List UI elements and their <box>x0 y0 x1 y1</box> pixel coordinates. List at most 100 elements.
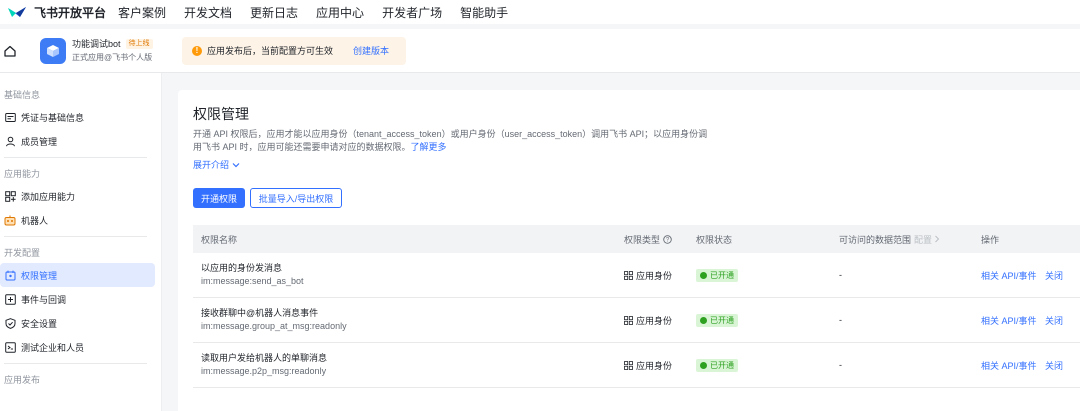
app-grid-icon <box>624 270 633 280</box>
sidebar-item-permissions[interactable]: 权限管理 <box>0 263 155 287</box>
sidebar-section-release: 应用发布 <box>4 375 41 385</box>
app-grid-icon <box>624 315 633 325</box>
permission-name-cell: 读取用户发给机器人的单聊消息 im:message.p2p_msg:readon… <box>201 352 327 378</box>
sidebar-item-events[interactable]: 事件与回调 <box>0 287 155 311</box>
col-header-type-label: 权限类型 <box>624 234 661 245</box>
status-label: 已开通 <box>710 360 734 370</box>
permission-type: 应用身份 <box>636 315 673 326</box>
permission-name-cell: 接收群聊中@机器人消息事件 im:message.group_at_msg:re… <box>201 307 347 333</box>
scope-config-link[interactable]: 配置 <box>914 233 932 246</box>
sidebar-item-robot[interactable]: 机器人 <box>0 208 155 232</box>
person-icon <box>4 135 16 147</box>
shield-icon <box>4 317 16 329</box>
nav-link-assistant[interactable]: 智能助手 <box>460 4 508 21</box>
related-api-link[interactable]: 相关 API/事件 <box>981 271 1037 281</box>
nav-link-dev-square[interactable]: 开发者广场 <box>382 4 442 21</box>
sidebar-item-label: 事件与回调 <box>21 294 67 305</box>
permission-status-cell: 已开通 <box>696 313 738 327</box>
status-badge: 已开通 <box>696 313 738 327</box>
sidebar-item-label: 成员管理 <box>21 136 58 147</box>
sidebar-item-label: 安全设置 <box>21 318 58 329</box>
status-badge: 已开通 <box>696 268 738 282</box>
lock-icon <box>4 269 16 281</box>
check-circle-icon <box>700 271 707 279</box>
nav-link-changelog[interactable]: 更新日志 <box>250 4 298 21</box>
status-label: 已开通 <box>710 270 734 280</box>
col-header-ops: 操作 <box>981 234 1000 245</box>
app-subtitle: 正式应用@飞书个人版 <box>72 52 153 62</box>
col-header-scope-label: 可访问的数据范围 <box>839 234 912 245</box>
permission-status-cell: 已开通 <box>696 358 738 372</box>
close-permission-link[interactable]: 关闭 <box>1045 361 1063 371</box>
ops-cell: 相关 API/事件 关闭 <box>981 314 1063 327</box>
sidebar-item-add-ability[interactable]: 添加应用能力 <box>0 184 155 208</box>
batch-import-export-button[interactable]: 批量导入/导出权限 <box>250 188 342 208</box>
page-description: 开通 API 权限后，应用才能以应用身份（tenant_access_token… <box>193 128 713 154</box>
nav-link-docs[interactable]: 开发文档 <box>184 4 232 21</box>
permission-type-cell: 应用身份 <box>624 359 672 372</box>
permissions-panel: 权限管理 开通 API 权限后，应用才能以应用身份（tenant_access_… <box>178 90 1080 411</box>
sidebar-item-members[interactable]: 成员管理 <box>0 129 155 153</box>
permission-title: 以应用的身份发消息 <box>201 263 283 273</box>
permission-type: 应用身份 <box>636 270 673 281</box>
permissions-table: 权限名称 权限类型 ? 权限状态 可访问的数据范围 配置 操作 以应用的身份发消… <box>193 225 1080 388</box>
permission-code: im:message.group_at_msg:readonly <box>201 321 347 331</box>
cube-icon <box>47 44 59 57</box>
app-name: 功能调试bot <box>72 38 121 49</box>
sidebar-item-label: 权限管理 <box>21 270 58 281</box>
table-row: 接收群聊中@机器人消息事件 im:message.group_at_msg:re… <box>193 298 1080 343</box>
sidebar-item-credentials[interactable]: 凭证与基础信息 <box>0 105 155 129</box>
sidebar-divider <box>4 363 147 364</box>
close-permission-link[interactable]: 关闭 <box>1045 271 1063 281</box>
nav-link-cases[interactable]: 客户案例 <box>118 4 166 21</box>
description-line: 用飞书 API 时，应用可能还需要申请对应的数据权限。 <box>193 142 411 152</box>
create-version-link[interactable]: 创建版本 <box>353 44 389 57</box>
table-header: 权限名称 权限类型 ? 权限状态 可访问的数据范围 配置 操作 <box>193 225 1080 253</box>
page-title: 权限管理 <box>193 106 249 122</box>
table-row: 以应用的身份发消息 im:message:send_as_bot 应用身份 已开… <box>193 253 1080 298</box>
release-notice: ! 应用发布后，当前配置方可生效 创建版本 <box>182 36 406 65</box>
top-nav-links: 客户案例 开发文档 更新日志 应用中心 开发者广场 智能助手 <box>118 4 508 21</box>
chevron-down-icon <box>232 163 239 168</box>
home-icon[interactable] <box>2 43 18 59</box>
ops-cell: 相关 API/事件 关闭 <box>981 359 1063 372</box>
permission-type-cell: 应用身份 <box>624 314 672 327</box>
open-permission-button[interactable]: 开通权限 <box>193 188 245 208</box>
test-icon <box>4 341 16 353</box>
status-label: 已开通 <box>710 315 734 325</box>
permission-title: 读取用户发给机器人的单聊消息 <box>201 353 328 363</box>
learn-more-link[interactable]: 了解更多 <box>411 142 447 152</box>
permission-title: 接收群聊中@机器人消息事件 <box>201 308 319 318</box>
related-api-link[interactable]: 相关 API/事件 <box>981 361 1037 371</box>
help-icon[interactable]: ? <box>663 234 672 244</box>
expand-intro-toggle[interactable]: 展开介绍 <box>193 158 240 171</box>
sidebar-item-label: 添加应用能力 <box>21 191 76 202</box>
brand[interactable]: 飞书开放平台 <box>0 4 118 21</box>
credential-icon <box>4 111 16 123</box>
sidebar: 基础信息 凭证与基础信息 成员管理 应用能力 添加应用能力 机器人 开发配置 权… <box>0 73 162 411</box>
col-header-scope: 可访问的数据范围 配置 <box>839 233 940 246</box>
sidebar-section-abilities: 应用能力 <box>4 169 41 179</box>
permission-code: im:message.p2p_msg:readonly <box>201 366 327 376</box>
close-permission-link[interactable]: 关闭 <box>1045 316 1063 326</box>
status-badge: 已开通 <box>696 358 738 372</box>
feishu-logo-icon <box>8 7 26 17</box>
sidebar-item-security[interactable]: 安全设置 <box>0 311 155 335</box>
event-icon <box>4 293 16 305</box>
sidebar-item-label: 测试企业和人员 <box>21 342 85 353</box>
check-circle-icon <box>700 316 707 324</box>
permission-code: im:message:send_as_bot <box>201 276 304 286</box>
related-api-link[interactable]: 相关 API/事件 <box>981 316 1037 326</box>
sidebar-item-test-tenants[interactable]: 测试企业和人员 <box>0 335 155 359</box>
permission-name-cell: 以应用的身份发消息 im:message:send_as_bot <box>201 262 304 288</box>
sidebar-item-label: 机器人 <box>21 215 49 226</box>
scope-cell: - <box>839 360 842 370</box>
description-line: 开通 API 权限后，应用才能以应用身份（tenant_access_token… <box>193 129 708 139</box>
grid-add-icon <box>4 190 16 202</box>
col-header-status: 权限状态 <box>696 234 733 245</box>
sidebar-divider <box>4 157 147 158</box>
nav-link-app-center[interactable]: 应用中心 <box>316 4 364 21</box>
app-info: 功能调试bot 待上线 正式应用@飞书个人版 <box>72 38 170 64</box>
expand-intro-label: 展开介绍 <box>193 160 230 170</box>
app-header: 功能调试bot 待上线 正式应用@飞书个人版 ! 应用发布后，当前配置方可生效 … <box>0 29 1080 73</box>
